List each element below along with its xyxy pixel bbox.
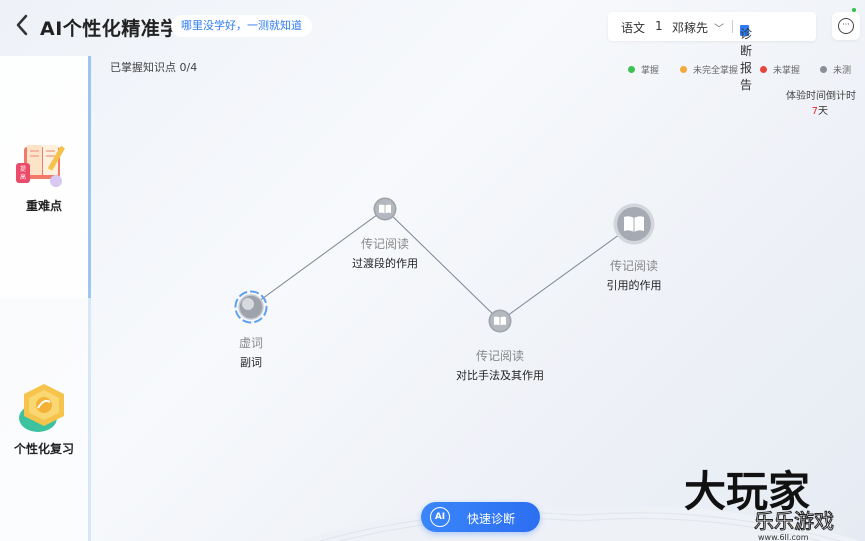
node-label: 传记阅读 过渡段的作用	[330, 235, 440, 271]
knowledge-node[interactable]	[373, 197, 397, 221]
watermark-subtitle: 乐乐游戏	[754, 509, 834, 533]
node-category: 传记阅读	[475, 349, 524, 363]
diagnose-label: 快速诊断	[467, 512, 516, 526]
book-icon	[613, 203, 655, 245]
node-label: 虚词 副词	[200, 334, 302, 370]
ai-icon: AI	[430, 507, 450, 527]
watermark-url: www.6ll.com	[758, 533, 809, 541]
knowledge-node[interactable]	[613, 203, 655, 245]
knowledge-node[interactable]	[234, 290, 268, 324]
node-category: 虚词	[238, 336, 263, 350]
knowledge-node[interactable]	[488, 309, 512, 333]
node-name: 副词	[240, 356, 262, 369]
node-category: 传记阅读	[609, 259, 658, 273]
node-category: 传记阅读	[360, 237, 409, 251]
node-label: 传记阅读 引用的作用	[584, 257, 684, 293]
node-name: 过渡段的作用	[352, 257, 418, 270]
node-label: 传记阅读 对比手法及其作用	[450, 347, 550, 383]
quick-diagnose-button[interactable]: AI 快速诊断	[421, 502, 540, 532]
node-name: 引用的作用	[606, 279, 662, 292]
book-icon	[488, 309, 512, 333]
node-name: 对比手法及其作用	[456, 369, 544, 382]
selected-node-ring-icon	[234, 290, 268, 324]
site-watermark-logo: 大玩家 乐乐游戏 www.6ll.com	[684, 467, 835, 541]
book-icon	[373, 197, 397, 221]
